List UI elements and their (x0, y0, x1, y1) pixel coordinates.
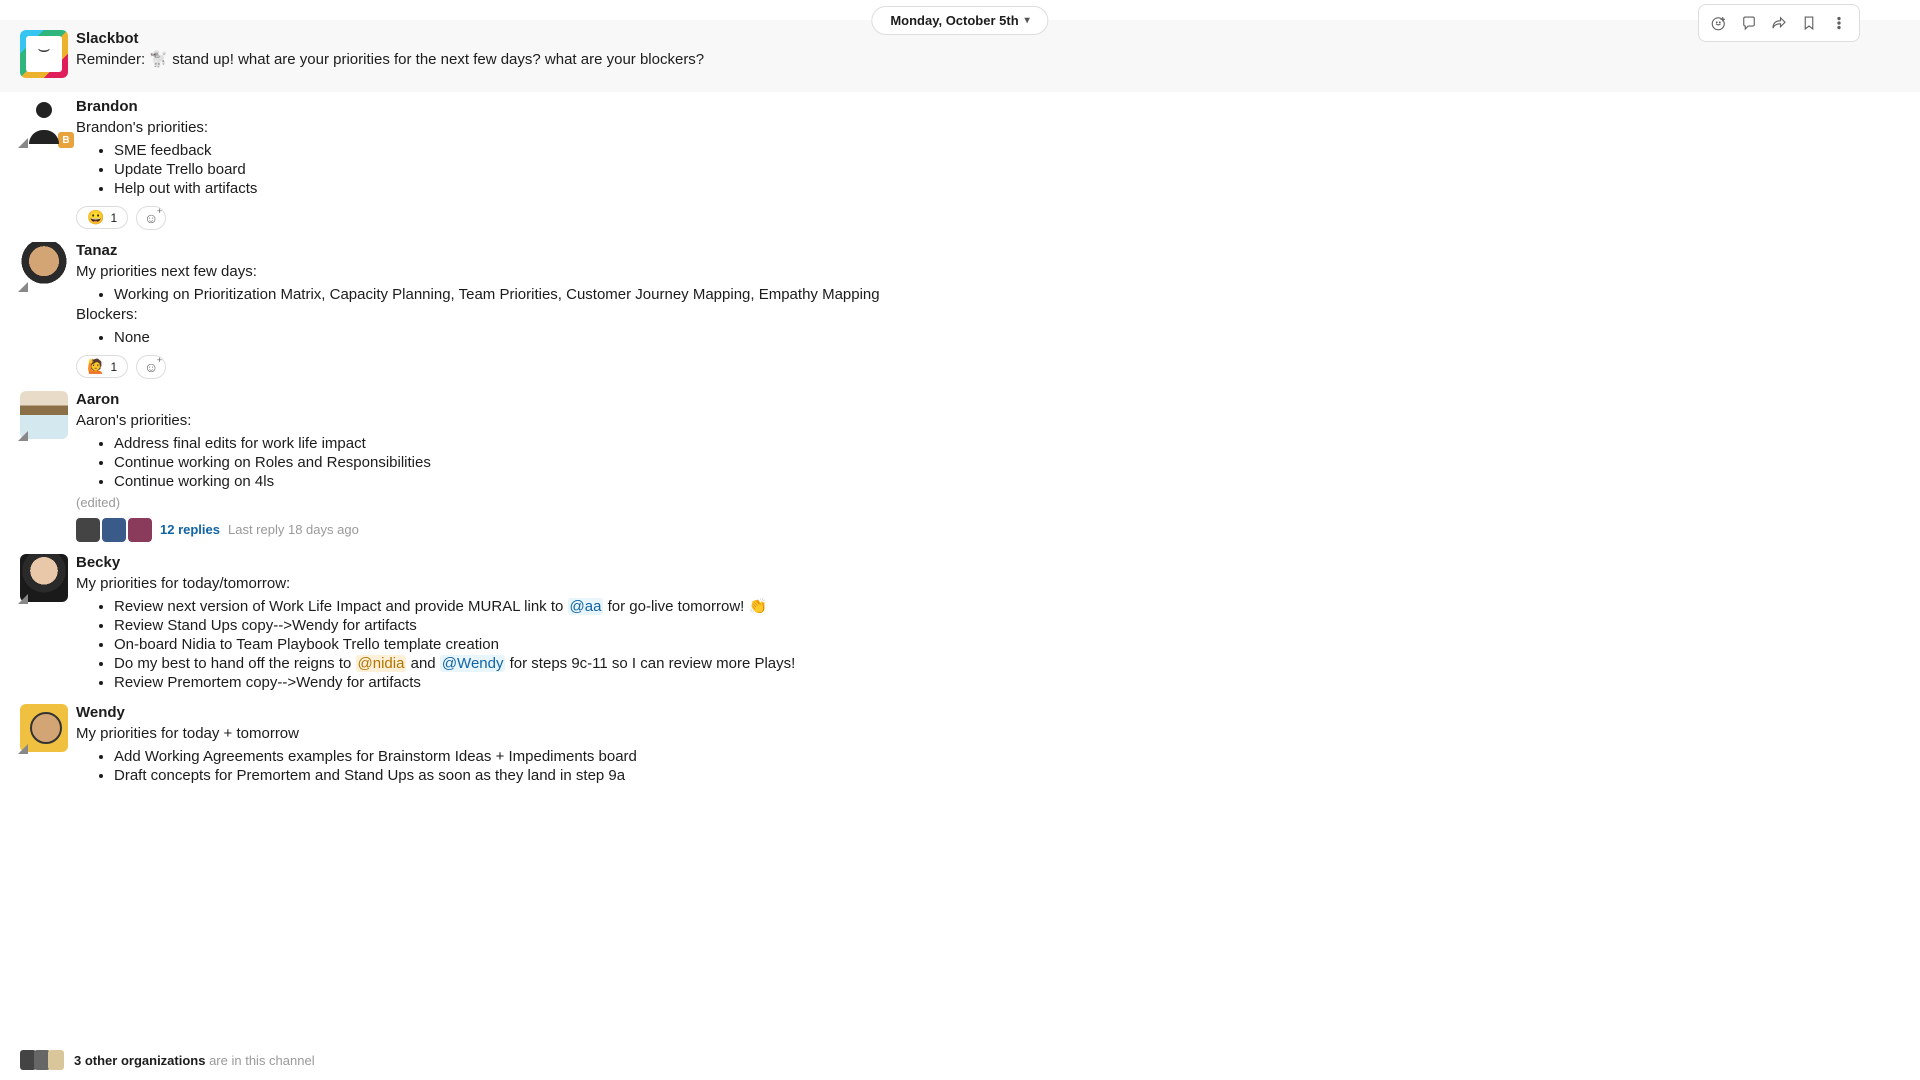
message-list: Slackbot Reminder: 🐩 stand up! what are … (0, 0, 1920, 791)
list-item: Update Trello board (114, 160, 1900, 179)
clap-emoji: 👏 (749, 597, 768, 615)
mini-avatar (128, 518, 152, 542)
author-name[interactable]: Tanaz (76, 242, 1900, 259)
reaction-emoji: 🙋 (87, 358, 104, 375)
user-badge: B (58, 132, 74, 148)
last-reply-label: Last reply 18 days ago (228, 522, 359, 537)
list-item: Continue working on 4ls (114, 472, 1900, 491)
list-item: SME feedback (114, 141, 1900, 160)
presence-indicator (18, 138, 28, 148)
mention[interactable]: @nidia (356, 655, 407, 672)
list-item: Working on Prioritization Matrix, Capaci… (114, 285, 1900, 304)
reaction-emoji: 😀 (87, 209, 104, 226)
replies-link[interactable]: 12 replies (160, 522, 220, 537)
priority-list: Review next version of Work Life Impact … (76, 596, 1900, 692)
reactions-row: 🙋 1 ☺ (76, 355, 1900, 379)
message-becky: Becky My priorities for today/tomorrow: … (0, 548, 1920, 699)
reaction-count: 1 (110, 360, 117, 374)
list-item: Draft concepts for Premortem and Stand U… (114, 766, 1900, 785)
message-intro: My priorities next few days: (76, 261, 1900, 283)
list-item: Continue working on Roles and Responsibi… (114, 453, 1900, 472)
message-aaron: Aaron Aaron's priorities: Address final … (0, 385, 1920, 548)
avatar[interactable] (20, 30, 68, 78)
list-item: Address final edits for work life impact (114, 434, 1900, 453)
list-item: Review next version of Work Life Impact … (114, 596, 1900, 616)
thread-icon[interactable] (1735, 9, 1763, 37)
thread-avatars (76, 518, 152, 542)
bookmark-icon[interactable] (1795, 9, 1823, 37)
priority-list: SME feedback Update Trello board Help ou… (76, 141, 1900, 198)
mention[interactable]: @aa (568, 598, 604, 615)
priority-list: Address final edits for work life impact… (76, 434, 1900, 491)
message-tanaz: Tanaz My priorities next few days: Worki… (0, 236, 1920, 385)
list-item: Help out with artifacts (114, 179, 1900, 198)
list-item: On-board Nidia to Team Playbook Trello t… (114, 635, 1900, 654)
poodle-emoji: 🐩 (149, 49, 168, 71)
message-brandon: B Brandon Brandon's priorities: SME feed… (0, 92, 1920, 236)
priority-list: Add Working Agreements examples for Brai… (76, 747, 1900, 785)
message-intro: My priorities for today/tomorrow: (76, 573, 1900, 595)
org-icon (48, 1050, 64, 1070)
presence-indicator (18, 594, 28, 604)
share-icon[interactable] (1765, 9, 1793, 37)
presence-indicator (18, 431, 28, 441)
org-icons (20, 1050, 64, 1070)
list-item: Do my best to hand off the reigns to @ni… (114, 654, 1900, 673)
mini-avatar (76, 518, 100, 542)
priority-list: Working on Prioritization Matrix, Capaci… (76, 285, 1900, 304)
reactions-row: 😀 1 ☺ (76, 206, 1900, 230)
edited-label: (edited) (76, 495, 1900, 510)
add-reaction-icon[interactable] (1705, 9, 1733, 37)
footer-text: 3 other organizations are in this channe… (74, 1053, 315, 1068)
message-intro: Brandon's priorities: (76, 117, 1900, 139)
date-divider[interactable]: Monday, October 5th ▾ (871, 6, 1048, 35)
mini-avatar (102, 518, 126, 542)
thread-summary[interactable]: 12 replies Last reply 18 days ago (76, 518, 1900, 542)
message-intro: My priorities for today + tomorrow (76, 723, 1900, 745)
reaction-pill[interactable]: 😀 1 (76, 206, 128, 229)
more-icon[interactable] (1825, 9, 1853, 37)
author-name[interactable]: Brandon (76, 98, 1900, 115)
presence-indicator (18, 282, 28, 292)
list-item: Review Stand Ups copy-->Wendy for artifa… (114, 616, 1900, 635)
author-name[interactable]: Becky (76, 554, 1900, 571)
avatar[interactable] (20, 391, 68, 439)
reaction-pill[interactable]: 🙋 1 (76, 355, 128, 378)
author-name[interactable]: Wendy (76, 704, 1900, 721)
message-wendy: Wendy My priorities for today + tomorrow… (0, 698, 1920, 791)
reaction-count: 1 (110, 211, 117, 225)
presence-indicator (18, 744, 28, 754)
message-intro2: Blockers: (76, 304, 1900, 326)
blockers-list: None (76, 328, 1900, 347)
channel-orgs-footer[interactable]: 3 other organizations are in this channe… (20, 1050, 315, 1070)
message-body: Reminder: 🐩 stand up! what are your prio… (76, 49, 1900, 71)
message-intro: Aaron's priorities: (76, 410, 1900, 432)
list-item: None (114, 328, 1900, 347)
author-name[interactable]: Aaron (76, 391, 1900, 408)
date-label: Monday, October 5th (890, 13, 1018, 28)
add-reaction-button[interactable]: ☺ (136, 355, 166, 379)
add-reaction-button[interactable]: ☺ (136, 206, 166, 230)
avatar[interactable] (20, 242, 68, 290)
avatar[interactable]: B (20, 98, 68, 146)
list-item: Add Working Agreements examples for Brai… (114, 747, 1900, 766)
list-item: Review Premortem copy-->Wendy for artifa… (114, 673, 1900, 692)
avatar[interactable] (20, 704, 68, 752)
chevron-down-icon: ▾ (1025, 15, 1030, 26)
avatar[interactable] (20, 554, 68, 602)
mention[interactable]: @Wendy (440, 655, 506, 672)
message-action-bar (1698, 4, 1860, 42)
